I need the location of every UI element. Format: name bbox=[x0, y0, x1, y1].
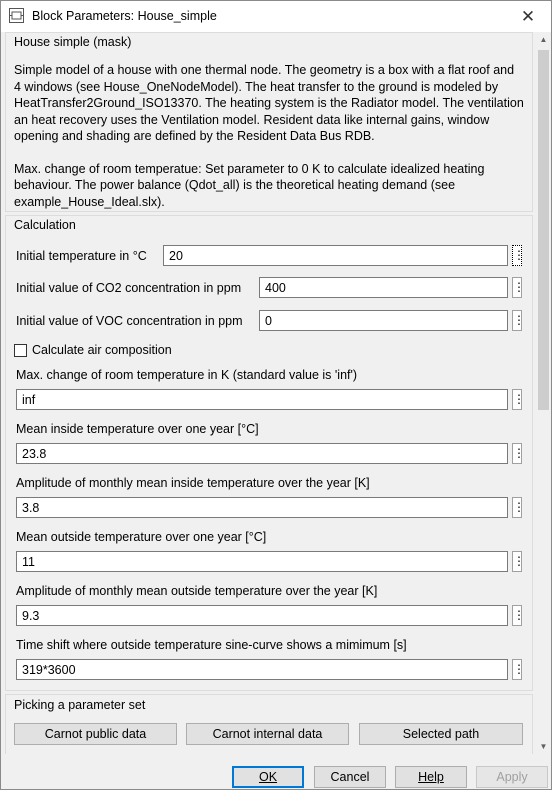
initial-voc-menu-button[interactable]: ⋮ bbox=[512, 310, 525, 331]
air-composition-checkbox[interactable] bbox=[14, 344, 27, 357]
mean-inside-input[interactable] bbox=[16, 443, 508, 464]
mean-outside-input[interactable] bbox=[16, 551, 508, 572]
mask-description: Simple model of a house with one thermal… bbox=[14, 62, 524, 226]
amp-outside-input[interactable] bbox=[16, 605, 508, 626]
mean-outside-label: Mean outside temperature over one year [… bbox=[16, 530, 267, 544]
picking-title: Picking a parameter set bbox=[14, 698, 146, 712]
carnot-public-data-button[interactable]: Carnot public data bbox=[14, 723, 177, 745]
time-shift-label: Time shift where outside temperature sin… bbox=[16, 638, 407, 652]
max-change-menu-button[interactable]: ⋮ bbox=[512, 389, 525, 410]
dialog-window: Block Parameters: House_simple ✕ House s… bbox=[0, 0, 552, 790]
initial-voc-input[interactable] bbox=[259, 310, 508, 331]
amp-inside-input[interactable] bbox=[16, 497, 508, 518]
dialog-footer: OK Cancel Help Apply bbox=[1, 754, 551, 789]
initial-co2-menu-button[interactable]: ⋮ bbox=[512, 277, 525, 298]
amp-inside-label: Amplitude of monthly mean inside tempera… bbox=[16, 476, 370, 490]
initial-co2-label: Initial value of CO2 concentration in pp… bbox=[16, 281, 242, 295]
description-paragraph-1: Simple model of a house with one thermal… bbox=[14, 63, 524, 143]
mean-outside-menu-button[interactable]: ⋮ bbox=[512, 551, 525, 572]
close-icon: ✕ bbox=[520, 6, 536, 26]
initial-temperature-input[interactable] bbox=[163, 245, 508, 266]
picking-group: Picking a parameter set Carnot public da… bbox=[5, 694, 533, 754]
description-paragraph-2: Max. change of room temperatue: Set para… bbox=[14, 161, 485, 209]
dialog-content[interactable]: House simple (mask) Simple model of a ho… bbox=[1, 32, 535, 754]
window-title: Block Parameters: House_simple bbox=[32, 9, 217, 23]
initial-temperature-label: Initial temperature in °C bbox=[16, 249, 147, 263]
cancel-button[interactable]: Cancel bbox=[314, 766, 386, 788]
max-change-label: Max. change of room temperature in K (st… bbox=[16, 368, 358, 382]
scroll-up-icon[interactable]: ▲ bbox=[536, 32, 551, 47]
air-composition-label: Calculate air composition bbox=[32, 343, 172, 357]
time-shift-input[interactable] bbox=[16, 659, 508, 680]
apply-button[interactable]: Apply bbox=[476, 766, 548, 788]
mask-title: House simple (mask) bbox=[14, 35, 132, 49]
scroll-down-icon[interactable]: ▼ bbox=[536, 739, 551, 754]
amp-outside-label: Amplitude of monthly mean outside temper… bbox=[16, 584, 378, 598]
amp-inside-menu-button[interactable]: ⋮ bbox=[512, 497, 525, 518]
title-bar[interactable]: Block Parameters: House_simple ✕ bbox=[1, 1, 551, 32]
scroll-thumb[interactable] bbox=[538, 50, 549, 410]
initial-co2-input[interactable] bbox=[259, 277, 508, 298]
ok-button[interactable]: OK bbox=[232, 766, 304, 788]
help-button[interactable]: Help bbox=[395, 766, 467, 788]
carnot-internal-data-button[interactable]: Carnot internal data bbox=[186, 723, 349, 745]
simulink-block-icon bbox=[9, 8, 24, 23]
mean-inside-menu-button[interactable]: ⋮ bbox=[512, 443, 525, 464]
close-button[interactable]: ✕ bbox=[505, 1, 551, 32]
vertical-scrollbar[interactable]: ▲ ▼ bbox=[536, 32, 551, 754]
amp-outside-menu-button[interactable]: ⋮ bbox=[512, 605, 525, 626]
selected-path-button[interactable]: Selected path bbox=[359, 723, 523, 745]
initial-voc-label: Initial value of VOC concentration in pp… bbox=[16, 314, 243, 328]
mask-description-group: House simple (mask) Simple model of a ho… bbox=[5, 32, 533, 212]
time-shift-menu-button[interactable]: ⋮ bbox=[512, 659, 525, 680]
mean-inside-label: Mean inside temperature over one year [°… bbox=[16, 422, 259, 436]
calculation-group: Calculation Initial temperature in °C ⋮ … bbox=[5, 215, 533, 691]
cancel-label: Cancel bbox=[330, 770, 370, 784]
calculation-title: Calculation bbox=[14, 218, 76, 232]
help-label: Help bbox=[418, 770, 444, 784]
initial-temperature-menu-button[interactable]: ⋮ bbox=[512, 245, 525, 266]
ok-label: OK bbox=[258, 770, 278, 784]
max-change-input[interactable] bbox=[16, 389, 508, 410]
apply-label: Apply bbox=[496, 770, 528, 784]
